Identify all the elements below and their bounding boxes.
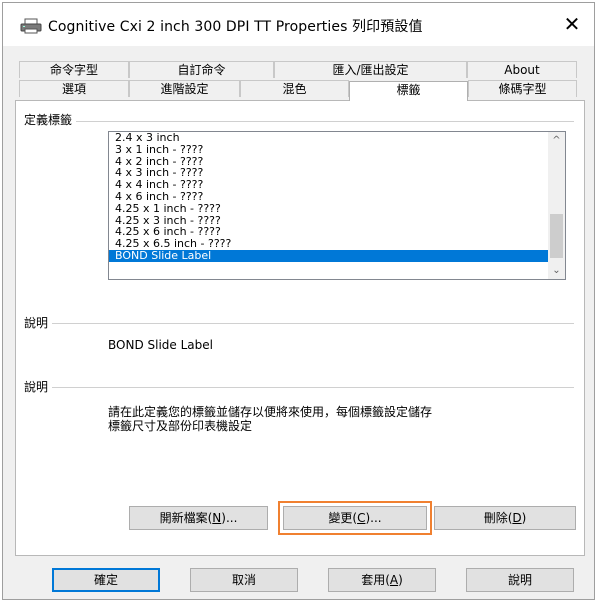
window-title: Cognitive Cxi 2 inch 300 DPI TT Properti… xyxy=(48,19,423,35)
scroll-thumb[interactable] xyxy=(550,214,563,258)
apply-suffix: ) xyxy=(398,573,403,587)
label-description: BOND Slide Label xyxy=(108,338,213,352)
tab-custom-command[interactable]: 自訂命令 xyxy=(129,61,274,78)
description-title: 說明 xyxy=(24,314,53,331)
apply-label: 套用( xyxy=(361,573,390,587)
label-list: 2.4 x 3 inch 3 x 1 inch - ???? 4 x 2 inch … xyxy=(109,132,565,262)
help-description-title: 說明 xyxy=(24,378,53,395)
tab-labels[interactable]: 標籤 xyxy=(349,81,468,101)
tab-about[interactable]: About xyxy=(467,61,577,78)
group-divider xyxy=(24,387,574,388)
list-item[interactable]: 4 x 6 inch - ???? xyxy=(109,191,565,203)
ok-button[interactable]: 確定 xyxy=(52,568,160,592)
list-scrollbar[interactable]: ^ ⌄ xyxy=(548,132,565,279)
help-text-line2: 標籤尺寸及部份印表機設定 xyxy=(108,419,253,433)
properties-dialog: Cognitive Cxi 2 inch 300 DPI TT Properti… xyxy=(2,2,595,600)
list-item[interactable]: 4.25 x 1 inch - ???? xyxy=(109,202,565,215)
define-label-title: 定義標籤 xyxy=(24,111,77,128)
list-item[interactable]: BOND Slide Label xyxy=(109,250,565,262)
apply-accelerator: A xyxy=(389,573,399,587)
label-listbox[interactable]: 2.4 x 3 inch 3 x 1 inch - ???? 4 x 2 inch … xyxy=(108,131,566,280)
change-suffix: )... xyxy=(365,511,382,525)
printer-icon xyxy=(20,18,42,34)
tab-options[interactable]: 選項 xyxy=(19,80,129,97)
apply-button[interactable]: 套用(A) xyxy=(328,568,436,592)
list-item[interactable]: 3 x 1 inch - ???? xyxy=(109,143,565,156)
labels-tab-panel: 定義標籤 2.4 x 3 inch 3 x 1 inch - ???? 4 x 2 … xyxy=(15,100,585,556)
tab-command-font[interactable]: 命令字型 xyxy=(19,61,129,78)
new-file-accelerator: N xyxy=(212,511,222,525)
scroll-up-icon[interactable]: ^ xyxy=(548,132,565,149)
tab-barcode-font[interactable]: 條碼字型 xyxy=(468,80,577,97)
new-file-label: 開新檔案( xyxy=(159,511,213,525)
tab-advanced[interactable]: 進階設定 xyxy=(129,80,240,97)
group-divider xyxy=(24,121,574,122)
delete-label: 刪除( xyxy=(483,511,513,525)
scroll-down-icon[interactable]: ⌄ xyxy=(548,262,565,279)
new-file-button[interactable]: 開新檔案(N)... xyxy=(129,506,268,530)
cancel-button[interactable]: 取消 xyxy=(190,568,298,592)
new-file-suffix: )... xyxy=(221,511,238,525)
title-bar: Cognitive Cxi 2 inch 300 DPI TT Properti… xyxy=(3,3,594,46)
tab-import-export[interactable]: 匯入/匯出設定 xyxy=(274,61,467,78)
change-label: 變更( xyxy=(328,511,358,525)
tab-dithering[interactable]: 混色 xyxy=(240,80,349,97)
close-button[interactable]: ✕ xyxy=(550,3,594,46)
delete-accelerator: D xyxy=(512,511,522,525)
delete-suffix: ) xyxy=(521,511,527,525)
delete-button[interactable]: 刪除(D) xyxy=(434,506,576,530)
help-button[interactable]: 說明 xyxy=(466,568,574,592)
group-divider xyxy=(24,323,574,324)
change-button[interactable]: 變更(C)... xyxy=(278,501,432,535)
